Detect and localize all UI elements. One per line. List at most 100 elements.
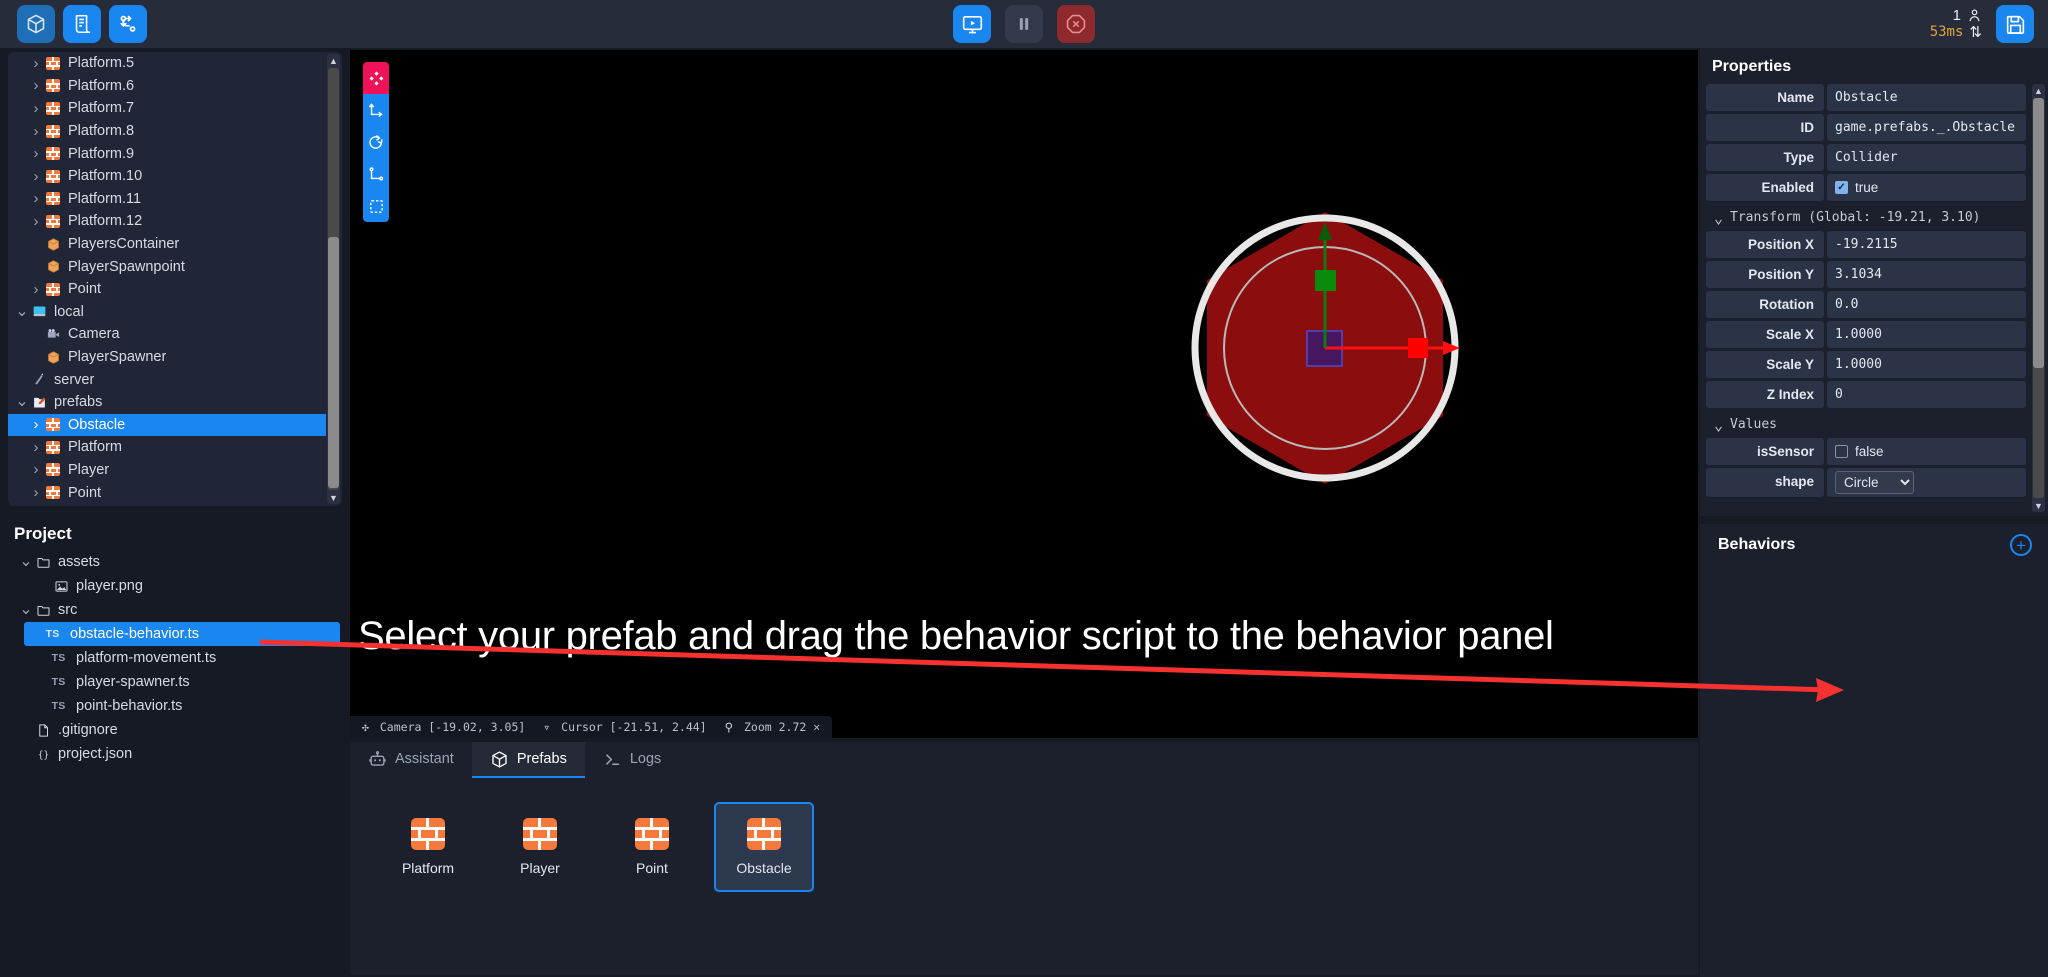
property-value[interactable]: Collider	[1827, 144, 2026, 171]
hierarchy-item[interactable]: › Platform	[8, 436, 326, 459]
hierarchy-item[interactable]: › Platform.12	[8, 210, 326, 233]
chevron-right-icon[interactable]: ›	[28, 484, 44, 501]
hierarchy-item[interactable]: › Platform.7	[8, 97, 326, 120]
hierarchy-item[interactable]: › Point	[8, 481, 326, 504]
hierarchy-item[interactable]: › Platform.6	[8, 75, 326, 98]
prefab-card[interactable]: Point	[602, 802, 702, 892]
property-section-header[interactable]: ⌄ Values	[1706, 411, 2026, 438]
property-value[interactable]: ✓ true	[1827, 174, 2026, 201]
scrollbar-thumb[interactable]	[328, 237, 339, 488]
hierarchy-item[interactable]: › Platform.8	[8, 120, 326, 143]
cube-icon[interactable]	[17, 5, 55, 43]
chevron-right-icon[interactable]: ›	[28, 123, 44, 140]
property-value[interactable]: false	[1827, 438, 2026, 465]
hierarchy-item-label: Platform.5	[68, 55, 135, 72]
checkbox-unchecked-icon[interactable]	[1835, 445, 1848, 458]
project-item-selected[interactable]: TS obstacle-behavior.ts	[24, 622, 340, 646]
scroll-down-icon[interactable]: ▼	[327, 491, 340, 504]
project-item[interactable]: ⌄ assets	[0, 550, 348, 574]
chevron-right-icon[interactable]: ›	[28, 55, 44, 72]
stop-icon[interactable]	[1057, 5, 1095, 43]
property-value[interactable]: Obstacle	[1827, 84, 2026, 111]
scale-tool[interactable]	[363, 158, 389, 190]
hierarchy-item[interactable]: › Platform.5	[8, 52, 326, 75]
hierarchy-item[interactable]: ⌄ local	[8, 301, 326, 324]
hierarchy-item[interactable]: ⌄ prefabs	[8, 391, 326, 414]
hierarchy-item[interactable]: PlayerSpawner	[8, 346, 326, 369]
prefab-card[interactable]: Player	[490, 802, 590, 892]
hierarchy-item[interactable]: Camera	[8, 323, 326, 346]
chevron-right-icon[interactable]: ›	[28, 439, 44, 456]
tab-prefabs[interactable]: Prefabs	[471, 742, 585, 778]
pause-icon[interactable]	[1005, 5, 1043, 43]
chevron-right-icon[interactable]: ›	[28, 168, 44, 185]
move-crosshair-icon: ✣	[362, 720, 369, 734]
property-value[interactable]: game.prefabs._.Obstacle	[1827, 114, 2026, 141]
branch-icon[interactable]	[109, 5, 147, 43]
tab-logs[interactable]: Logs	[585, 742, 679, 778]
properties-scrollbar[interactable]: ▲ ▼	[2032, 84, 2045, 512]
property-value[interactable]: -19.2115	[1827, 231, 2026, 258]
chevron-down-icon[interactable]: ⌄	[1714, 417, 1723, 432]
checkbox-checked-icon[interactable]: ✓	[1835, 181, 1848, 194]
project-item[interactable]: TS player-spawner.ts	[0, 670, 348, 694]
chevron-right-icon[interactable]: ›	[28, 100, 44, 117]
hierarchy-item[interactable]: PlayersContainer	[8, 233, 326, 256]
chevron-down-icon[interactable]: ⌄	[18, 554, 34, 570]
shape-select[interactable]: CircleBoxPolygon	[1835, 471, 1914, 494]
tab-assistant[interactable]: Assistant	[350, 742, 472, 778]
property-value[interactable]: 1.0000	[1827, 351, 2026, 378]
chevron-right-icon[interactable]: ›	[28, 213, 44, 230]
scrollbar-thumb[interactable]	[2033, 98, 2044, 368]
property-value[interactable]: 1.0000	[1827, 321, 2026, 348]
property-value[interactable]: 0.0	[1827, 291, 2026, 318]
hierarchy-item-selected[interactable]: › Obstacle	[8, 413, 326, 437]
project-item[interactable]: TS point-behavior.ts	[0, 694, 348, 718]
hierarchy-item[interactable]: › Platform.10	[8, 165, 326, 188]
property-value[interactable]: 3.1034	[1827, 261, 2026, 288]
property-value[interactable]: CircleBoxPolygon	[1827, 468, 2026, 497]
project-item[interactable]: ⌄ src	[0, 598, 348, 622]
scene-viewport[interactable]: Select your prefab and drag the behavior…	[350, 50, 1698, 738]
hierarchy-item[interactable]: server	[8, 368, 326, 391]
chevron-down-icon[interactable]: ⌄	[18, 602, 34, 618]
marquee-tool[interactable]	[363, 190, 389, 222]
add-behavior-button[interactable]: +	[2010, 534, 2032, 556]
property-section-header[interactable]: ⌄ Transform (Global: -19.21, 3.10)	[1706, 204, 2026, 231]
hierarchy-scroll-area[interactable]: › Platform.5 › Platform.6 › Platform.7 › Platfo…	[8, 52, 326, 506]
hierarchy-item[interactable]: › Platform.9	[8, 142, 326, 165]
chevron-right-icon[interactable]: ›	[28, 461, 44, 478]
property-value[interactable]: 0	[1827, 381, 2026, 408]
script-icon[interactable]	[63, 5, 101, 43]
hierarchy-item[interactable]: › Player	[8, 459, 326, 482]
select-tool[interactable]	[363, 62, 389, 94]
hierarchy-item[interactable]: PlayerSpawnpoint	[8, 255, 326, 278]
hierarchy-scrollbar[interactable]: ▲ ▼	[327, 54, 340, 504]
chevron-down-icon[interactable]: ⌄	[14, 394, 30, 410]
project-item[interactable]: {} project.json	[0, 742, 348, 766]
play-monitor-icon[interactable]	[953, 5, 991, 43]
move-tool[interactable]	[363, 94, 389, 126]
hierarchy-item[interactable]: › Platform.11	[8, 188, 326, 211]
chevron-right-icon[interactable]: ›	[28, 416, 44, 433]
scroll-up-icon[interactable]: ▲	[327, 54, 340, 67]
hierarchy-item-label: Player	[68, 461, 110, 478]
project-item[interactable]: .gitignore	[0, 718, 348, 742]
hierarchy-item-label: Platform	[68, 439, 122, 456]
chevron-down-icon[interactable]: ⌄	[1714, 210, 1723, 225]
behaviors-panel[interactable]: Behaviors +	[1700, 524, 2048, 977]
save-icon[interactable]	[1996, 5, 2034, 43]
chevron-right-icon[interactable]: ›	[28, 145, 44, 162]
rotate-tool[interactable]	[363, 126, 389, 158]
chevron-right-icon[interactable]: ›	[28, 190, 44, 207]
hierarchy-item[interactable]: › Point	[8, 278, 326, 301]
chevron-right-icon[interactable]: ›	[28, 77, 44, 94]
chevron-down-icon[interactable]: ⌄	[14, 303, 30, 319]
chevron-right-icon[interactable]: ›	[28, 281, 44, 298]
scroll-up-icon[interactable]: ▲	[2032, 84, 2045, 97]
prefab-card-selected[interactable]: Obstacle	[714, 802, 814, 892]
project-item[interactable]: player.png	[0, 574, 348, 598]
project-item[interactable]: TS platform-movement.ts	[0, 646, 348, 670]
prefab-card[interactable]: Platform	[378, 802, 478, 892]
scroll-down-icon[interactable]: ▼	[2032, 499, 2045, 512]
